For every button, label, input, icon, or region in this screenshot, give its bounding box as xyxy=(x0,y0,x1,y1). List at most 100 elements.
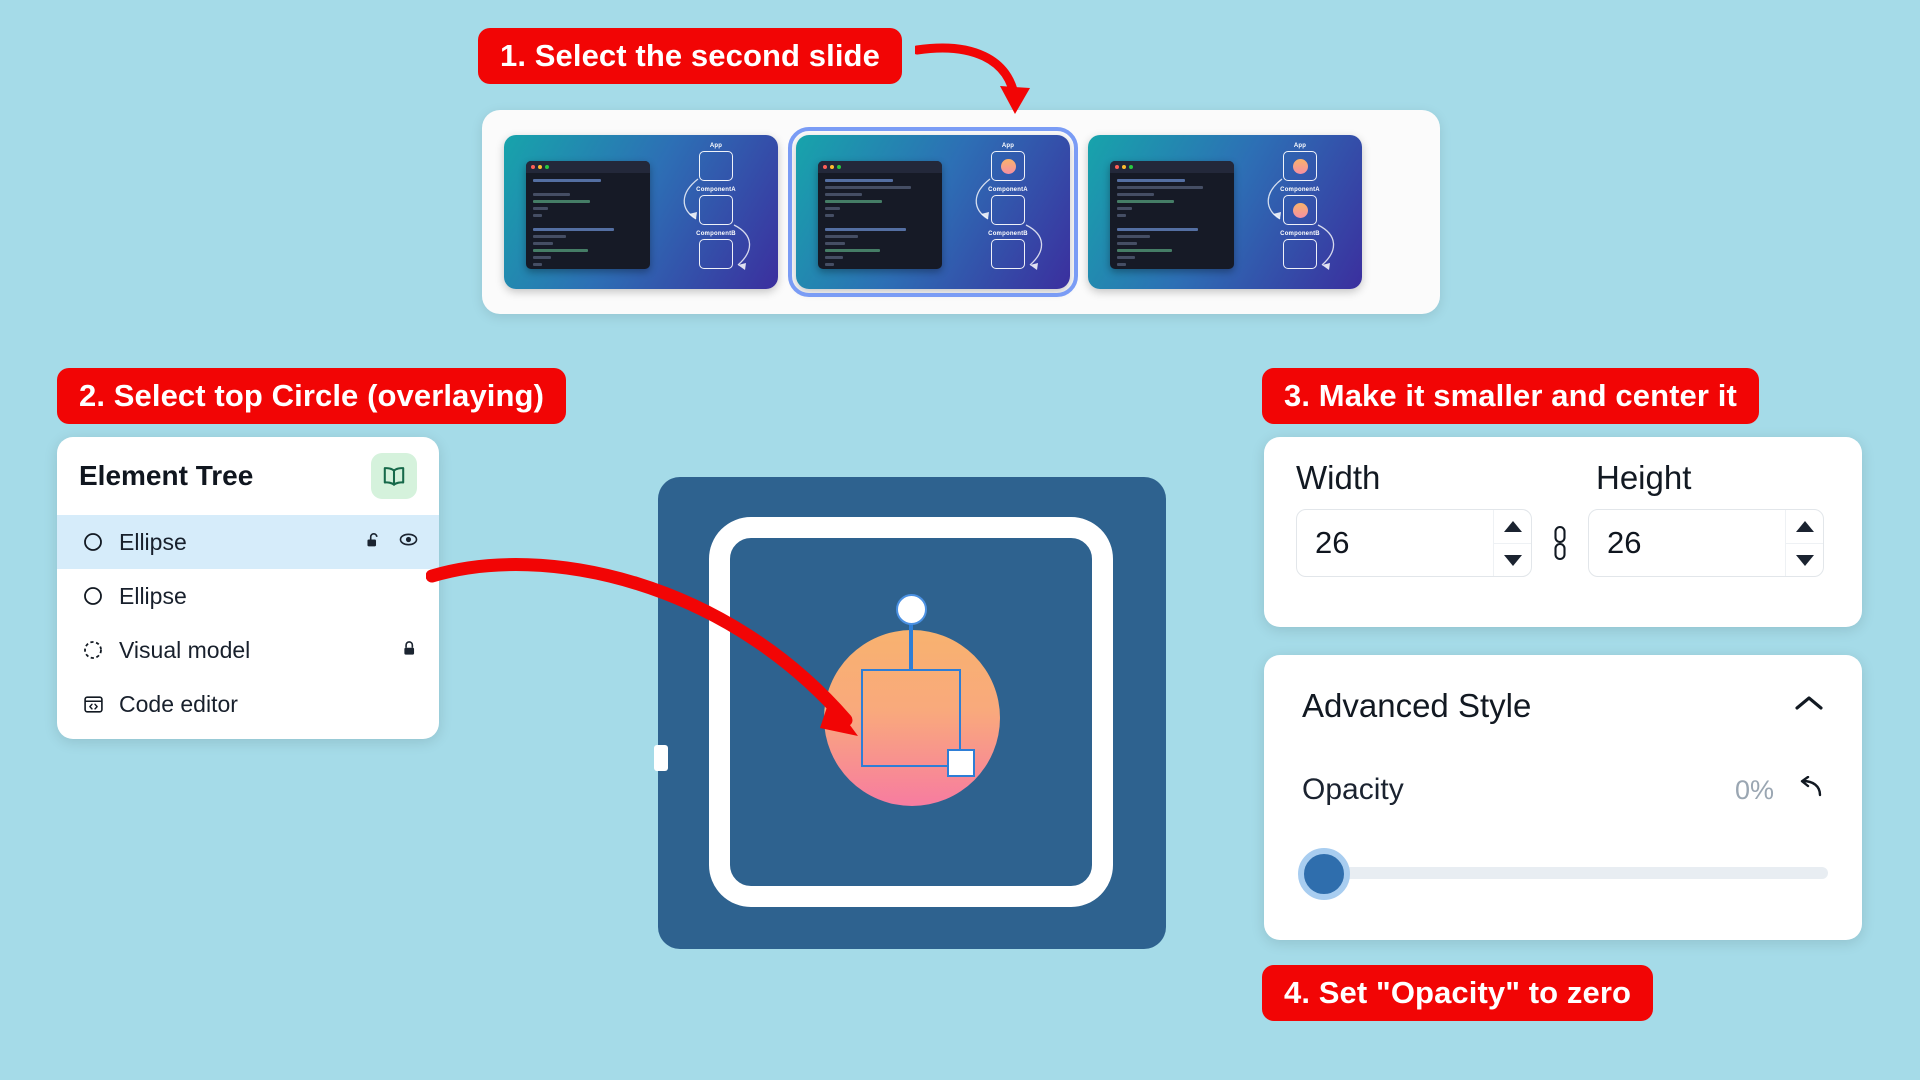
slide-1-content: App ComponentA ComponentB xyxy=(504,135,778,289)
callout-step-1: 1. Select the second slide xyxy=(478,28,902,84)
element-tree-title: Element Tree xyxy=(79,460,254,491)
circle-outline-icon xyxy=(81,586,105,606)
callout-step-3: 3. Make it smaller and center it xyxy=(1262,368,1759,424)
slide-2-code-window xyxy=(818,161,942,269)
element-tree-row-label: Visual model xyxy=(119,636,251,663)
traffic-light-red-icon xyxy=(1115,165,1119,169)
triangle-down-icon xyxy=(1503,554,1522,566)
opacity-value: 0% xyxy=(1734,774,1774,805)
traffic-light-green-icon xyxy=(1129,165,1133,169)
advanced-style-panel: Advanced Style Opacity 0% xyxy=(1264,655,1862,940)
height-stepper[interactable]: 26 xyxy=(1588,509,1824,577)
width-stepper-buttons xyxy=(1493,510,1531,576)
width-label: Width xyxy=(1296,459,1381,496)
slide-1-code-window xyxy=(526,161,650,269)
selection-rotate-handle[interactable] xyxy=(896,594,927,625)
code-window-titlebar xyxy=(526,161,650,173)
diagram-connector-arrows xyxy=(1267,178,1335,270)
opacity-slider-thumb[interactable] xyxy=(1298,848,1350,900)
advanced-style-header[interactable]: Advanced Style xyxy=(1264,655,1862,725)
element-tree-row-ellipse-2[interactable]: Ellipse xyxy=(57,569,439,623)
callout-step-4-text: 4. Set "Opacity" to zero xyxy=(1284,975,1632,1010)
element-tree-row-actions xyxy=(365,529,419,556)
triangle-up-icon xyxy=(1503,521,1522,532)
slide-thumbnail-1[interactable]: App ComponentA ComponentB xyxy=(504,135,778,289)
slide-3-content: App ComponentA ComponentB xyxy=(1088,135,1362,289)
slide-thumbnail-strip: App ComponentA ComponentB App ComponentA… xyxy=(482,110,1440,314)
advanced-style-title: Advanced Style xyxy=(1302,687,1532,724)
traffic-light-red-icon xyxy=(531,165,535,169)
diagram-connector-arrows xyxy=(975,178,1043,270)
code-window-body xyxy=(1110,173,1234,269)
slide-3-diagram: App ComponentA ComponentB xyxy=(1252,143,1348,283)
element-tree-row-label: Ellipse xyxy=(119,528,187,555)
slide-3-code-window xyxy=(1110,161,1234,269)
callout-step-2: 2. Select top Circle (overlaying) xyxy=(57,368,566,424)
size-panel-inputs: 26 26 xyxy=(1264,497,1862,577)
undo-arrow-icon[interactable] xyxy=(1796,775,1824,805)
code-window-titlebar xyxy=(818,161,942,173)
dashed-circle-outline-icon xyxy=(81,640,105,660)
diagram-node-circle xyxy=(1292,158,1308,174)
diagram-node-label: App xyxy=(1293,143,1307,149)
height-increment-button[interactable] xyxy=(1786,510,1823,543)
triangle-down-icon xyxy=(1795,554,1814,566)
slide-thumbnail-3[interactable]: App ComponentA ComponentB xyxy=(1088,135,1362,289)
element-tree-row-code-editor[interactable]: Code editor xyxy=(57,677,439,731)
eye-icon[interactable] xyxy=(398,529,419,556)
height-input-value[interactable]: 26 xyxy=(1589,510,1785,576)
traffic-light-yellow-icon xyxy=(538,165,542,169)
height-decrement-button[interactable] xyxy=(1786,543,1823,576)
unlock-icon[interactable] xyxy=(365,529,384,556)
traffic-light-green-icon xyxy=(545,165,549,169)
element-tree-row-label: Code editor xyxy=(119,690,238,717)
opacity-label: Opacity xyxy=(1302,773,1404,806)
code-window-icon xyxy=(81,694,105,715)
design-canvas[interactable] xyxy=(654,477,1166,949)
element-tree-row-label: Ellipse xyxy=(119,582,187,609)
height-stepper-buttons xyxy=(1785,510,1823,576)
width-stepper[interactable]: 26 xyxy=(1296,509,1532,577)
arrow-callout-1-to-slide xyxy=(915,43,1030,114)
width-input-value[interactable]: 26 xyxy=(1297,510,1493,576)
slide-2-content: App ComponentA ComponentB xyxy=(796,135,1070,289)
traffic-light-green-icon xyxy=(837,165,841,169)
selection-resize-handle[interactable] xyxy=(947,749,975,777)
code-window-titlebar xyxy=(1110,161,1234,173)
width-increment-button[interactable] xyxy=(1494,510,1531,543)
canvas-left-handle xyxy=(654,745,668,771)
selection-rotate-stem xyxy=(909,620,913,670)
height-label: Height xyxy=(1596,459,1692,496)
circle-outline-icon xyxy=(81,532,105,552)
diagram-node-label: App xyxy=(1001,143,1015,149)
screen-root: 1. Select the second slide App Component… xyxy=(0,0,1920,1080)
traffic-light-red-icon xyxy=(823,165,827,169)
code-window-body xyxy=(526,173,650,269)
callout-step-4: 4. Set "Opacity" to zero xyxy=(1262,965,1654,1021)
chevron-up-icon[interactable] xyxy=(1794,694,1824,718)
element-tree-row-ellipse-1[interactable]: Ellipse xyxy=(57,515,439,569)
callout-step-2-text: 2. Select top Circle (overlaying) xyxy=(79,378,544,413)
link-chain-icon[interactable] xyxy=(1532,524,1588,562)
diagram-node-circle xyxy=(1000,158,1016,174)
selection-bounding-box[interactable] xyxy=(861,669,961,767)
element-tree-panel: Element Tree Ellipse Ellipse Visual mode… xyxy=(57,437,439,739)
diagram-node-label: App xyxy=(709,143,723,149)
lock-icon[interactable] xyxy=(400,637,419,664)
width-decrement-button[interactable] xyxy=(1494,543,1531,576)
slide-2-diagram: App ComponentA ComponentB xyxy=(960,143,1056,283)
opacity-slider-track[interactable] xyxy=(1310,867,1828,879)
size-panel-labels: Width Height xyxy=(1264,437,1862,497)
opacity-row: Opacity 0% xyxy=(1264,725,1862,807)
element-tree-row-visual-model[interactable]: Visual model xyxy=(57,623,439,677)
slide-1-diagram: App ComponentA ComponentB xyxy=(668,143,764,283)
triangle-up-icon xyxy=(1795,521,1814,532)
element-tree-row-actions xyxy=(400,637,419,664)
slide-thumbnail-2[interactable]: App ComponentA ComponentB xyxy=(788,127,1078,297)
opacity-slider[interactable] xyxy=(1264,807,1862,900)
element-tree-header: Element Tree xyxy=(57,437,439,515)
diagram-connector-arrows xyxy=(683,178,751,270)
open-book-icon[interactable] xyxy=(371,453,417,499)
callout-step-1-text: 1. Select the second slide xyxy=(500,38,880,73)
callout-step-3-text: 3. Make it smaller and center it xyxy=(1284,378,1737,413)
